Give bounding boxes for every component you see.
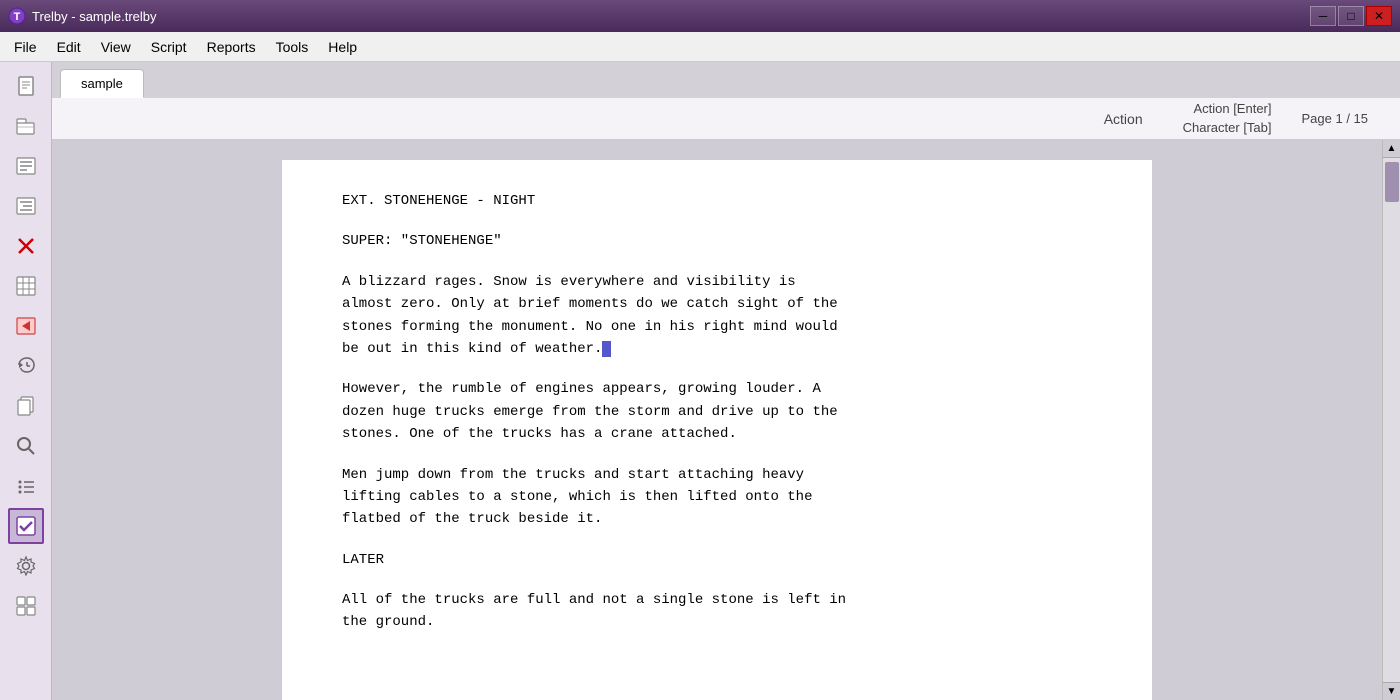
close-button[interactable]: ✕ xyxy=(1366,6,1392,26)
menu-tools[interactable]: Tools xyxy=(266,35,319,59)
action-block-4: All of the trucks are full and not a sin… xyxy=(342,589,1092,634)
list-button[interactable] xyxy=(8,468,44,504)
scrollbar: ▲ ▼ xyxy=(1382,140,1400,700)
action-line-1a: A blizzard rages. Snow is everywhere and… xyxy=(342,271,1092,293)
action-line-1c: stones forming the monument. No one in h… xyxy=(342,316,1092,338)
copy-button[interactable] xyxy=(8,388,44,424)
action-block-2: However, the rumble of engines appears, … xyxy=(342,378,1092,445)
page-indicator: Page 1 / 15 xyxy=(1302,111,1385,126)
import-button[interactable] xyxy=(8,308,44,344)
menu-script[interactable]: Script xyxy=(141,35,197,59)
toolbar xyxy=(0,62,52,700)
minimize-button[interactable]: ─ xyxy=(1310,6,1336,26)
scroll-thumb[interactable] xyxy=(1385,162,1399,202)
settings-button[interactable] xyxy=(8,548,44,584)
tab-sample[interactable]: sample xyxy=(60,69,144,98)
script-page[interactable]: EXT. STONEHENGE - NIGHT SUPER: "STONEHEN… xyxy=(282,160,1152,700)
action-line-2a: However, the rumble of engines appears, … xyxy=(342,378,1092,400)
super-block: SUPER: "STONEHENGE" xyxy=(342,230,1092,252)
outline1-button[interactable] xyxy=(8,148,44,184)
outline2-button[interactable] xyxy=(8,188,44,224)
action-line-2c: stones. One of the trucks has a crane at… xyxy=(342,423,1092,445)
scene-heading: EXT. STONEHENGE - NIGHT xyxy=(342,190,1092,212)
document-area: sample Action Action [Enter] Character [… xyxy=(52,62,1400,700)
text-cursor xyxy=(602,341,610,357)
menu-edit[interactable]: Edit xyxy=(47,35,91,59)
super-line: SUPER: "STONEHENGE" xyxy=(342,230,1092,252)
new-doc-button[interactable] xyxy=(8,68,44,104)
menu-help[interactable]: Help xyxy=(318,35,367,59)
delete-button[interactable] xyxy=(8,228,44,264)
open-doc-button[interactable] xyxy=(8,108,44,144)
grid-button[interactable] xyxy=(8,588,44,624)
menubar: File Edit View Script Reports Tools Help xyxy=(0,32,1400,62)
action-line-3a: Men jump down from the trucks and start … xyxy=(342,464,1092,486)
scroll-down-button[interactable]: ▼ xyxy=(1383,682,1400,700)
checklist-button[interactable] xyxy=(8,508,44,544)
menu-reports[interactable]: Reports xyxy=(197,35,266,59)
menu-file[interactable]: File xyxy=(4,35,47,59)
search-button[interactable] xyxy=(8,428,44,464)
script-scroll[interactable]: EXT. STONEHENGE - NIGHT SUPER: "STONEHEN… xyxy=(52,140,1382,700)
window-title: Trelby - sample.trelby xyxy=(32,9,1308,24)
main-area: sample Action Action [Enter] Character [… xyxy=(0,62,1400,700)
header-bar: Action Action [Enter] Character [Tab] Pa… xyxy=(52,98,1400,140)
action-block-3: Men jump down from the trucks and start … xyxy=(342,464,1092,531)
action-line-3b: lifting cables to a stone, which is then… xyxy=(342,486,1092,508)
history-button[interactable] xyxy=(8,348,44,384)
action-type-full-label: Action [Enter] Character [Tab] xyxy=(1183,100,1302,136)
app-icon: T xyxy=(8,7,26,25)
menu-view[interactable]: View xyxy=(91,35,141,59)
action-line-1d: be out in this kind of weather. xyxy=(342,338,1092,360)
action-line-2b: dozen huge trucks emerge from the storm … xyxy=(342,401,1092,423)
action-block-1: A blizzard rages. Snow is everywhere and… xyxy=(342,271,1092,361)
action-line-4b: the ground. xyxy=(342,611,1092,633)
action-line-3c: flatbed of the truck beside it. xyxy=(342,508,1092,530)
tab-bar: sample xyxy=(52,62,1400,98)
action-type-label: Action xyxy=(1104,111,1183,127)
action-line-1b: almost zero. Only at brief moments do we… xyxy=(342,293,1092,315)
table-button[interactable] xyxy=(8,268,44,304)
scene-heading-block: EXT. STONEHENGE - NIGHT xyxy=(342,190,1092,212)
action-line-4a: All of the trucks are full and not a sin… xyxy=(342,589,1092,611)
titlebar: T Trelby - sample.trelby ─ □ ✕ xyxy=(0,0,1400,32)
transition-line: LATER xyxy=(342,549,1092,571)
transition-block: LATER xyxy=(342,549,1092,571)
maximize-button[interactable]: □ xyxy=(1338,6,1364,26)
svg-text:T: T xyxy=(14,11,21,23)
scroll-up-button[interactable]: ▲ xyxy=(1383,140,1400,158)
script-wrapper: EXT. STONEHENGE - NIGHT SUPER: "STONEHEN… xyxy=(52,140,1400,700)
